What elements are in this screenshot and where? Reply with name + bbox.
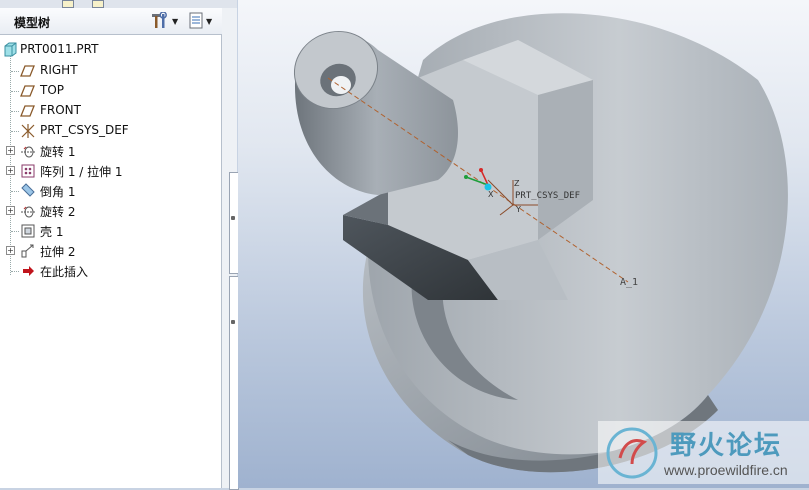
expand-button[interactable]: + <box>6 146 15 155</box>
sash-grip-icon[interactable] <box>231 216 235 220</box>
csys-label: PRT_CSYS_DEF <box>515 191 580 201</box>
part-icon <box>4 42 17 57</box>
tree-item-label: 壳 1 <box>40 225 64 239</box>
tree-root[interactable]: PRT0011.PRT <box>0 41 221 59</box>
tree-item-label: 阵列 1 / 拉伸 1 <box>40 165 123 179</box>
favorites-tab-icon[interactable] <box>92 0 104 8</box>
axis-z-label: Z <box>514 179 520 188</box>
tree-item-pattern-1[interactable]: + 阵列 1 / 拉伸 1 <box>0 162 221 180</box>
tree-item-revolve-1[interactable]: + 旋转 1 <box>0 142 221 160</box>
tree-item-label: 拉伸 2 <box>40 245 76 259</box>
tree-item-label: 旋转 2 <box>40 205 76 219</box>
tree-item-label: PRT_CSYS_DEF <box>40 123 129 137</box>
tree-show-button[interactable]: ▼ <box>188 12 212 30</box>
tree-item-insert-here[interactable]: 在此插入 <box>0 262 221 280</box>
tree-item-shell-1[interactable]: 壳 1 <box>0 222 221 240</box>
datum-plane-icon <box>20 85 35 97</box>
datum-plane-icon <box>20 65 35 77</box>
hammer-wrench-icon <box>152 12 167 28</box>
part-model: A_1 PRT_CSYS_DEF X Z Y <box>293 13 788 473</box>
tree-item-label: 倒角 1 <box>40 185 76 199</box>
tree-item-label: TOP <box>40 83 65 97</box>
axis-y-label: Y <box>515 205 521 214</box>
list-document-icon <box>189 12 203 29</box>
datum-plane-icon <box>20 105 35 117</box>
axis-label: A_1 <box>620 277 638 288</box>
tree-item-chamfer-1[interactable]: 倒角 1 <box>0 182 221 200</box>
model-tree: PRT0011.PRT RIGHT TOP FRONT PRT_CSYS_DEF <box>0 35 222 488</box>
tree-item-top[interactable]: TOP <box>0 82 221 100</box>
coordinate-system-icon <box>21 124 35 138</box>
extrude-icon <box>21 244 34 258</box>
expand-button[interactable]: + <box>6 206 15 215</box>
watermark-title: 野火论坛 <box>670 431 783 461</box>
shell-icon <box>21 224 35 238</box>
tree-item-front[interactable]: FRONT <box>0 102 221 120</box>
axis-x-label: X <box>488 190 494 199</box>
model-tree-header: 模型树 ▼ ▼ <box>0 8 222 35</box>
insert-here-arrow-icon <box>23 266 34 276</box>
tree-item-csys[interactable]: PRT_CSYS_DEF <box>0 122 221 140</box>
revolve-icon <box>21 206 35 218</box>
forum-logo-icon <box>606 427 658 479</box>
tree-settings-button[interactable]: ▼ <box>150 12 178 30</box>
tree-item-label: 旋转 1 <box>40 145 76 159</box>
expand-button[interactable]: + <box>6 246 15 255</box>
tree-item-label: 在此插入 <box>40 265 89 279</box>
chamfer-icon <box>21 183 35 197</box>
tree-item-extrude-2[interactable]: + 拉伸 2 <box>0 242 221 260</box>
model-tree-title: 模型树 <box>14 16 51 30</box>
tree-item-right[interactable]: RIGHT <box>0 62 221 80</box>
expand-button[interactable]: + <box>6 166 15 175</box>
folder-tab-icon[interactable] <box>62 0 74 8</box>
tree-root-label: PRT0011.PRT <box>20 42 99 56</box>
tree-item-label: RIGHT <box>40 63 78 77</box>
graphics-viewport[interactable]: A_1 PRT_CSYS_DEF X Z Y <box>238 0 809 488</box>
revolve-icon <box>21 146 35 158</box>
tree-item-label: FRONT <box>40 103 81 117</box>
pattern-icon <box>21 164 35 178</box>
sash-grip-icon[interactable] <box>231 320 235 324</box>
watermark-url: www.proewildfire.cn <box>664 462 788 478</box>
tree-item-revolve-2[interactable]: + 旋转 2 <box>0 202 221 220</box>
